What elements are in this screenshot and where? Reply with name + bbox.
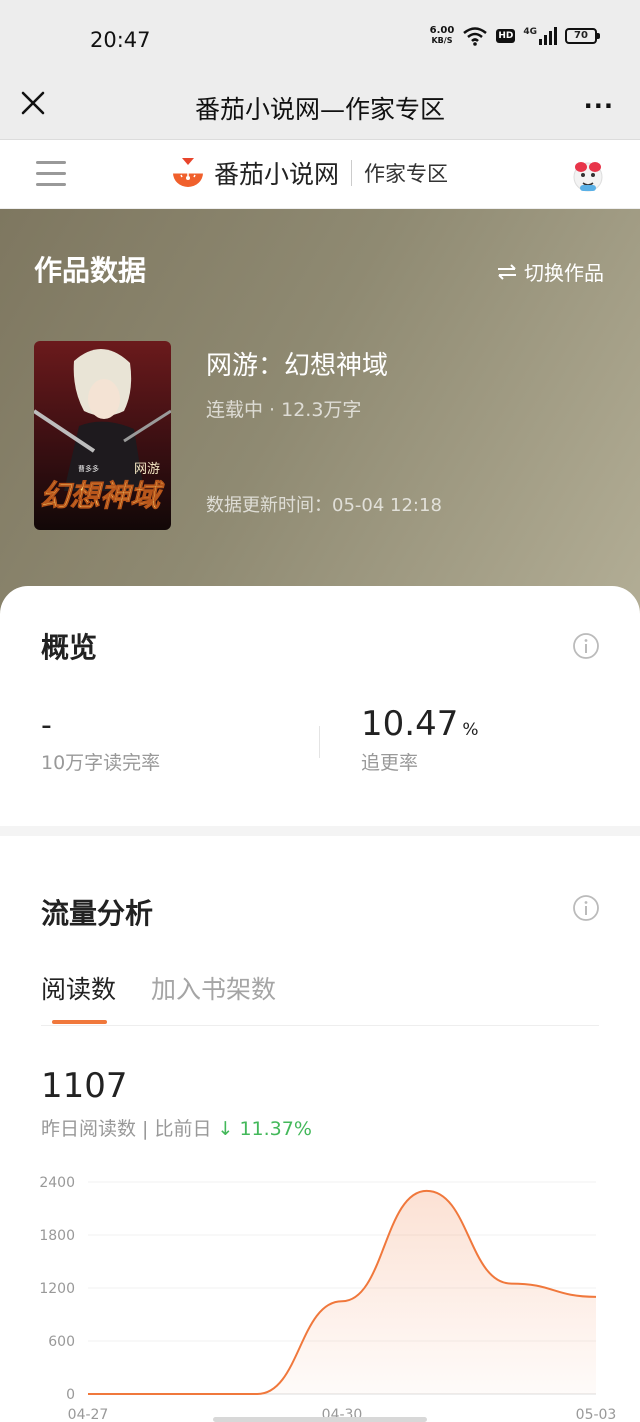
series-area [88, 1190, 596, 1394]
overview-card: 概览 - 10万字读完率 10.47% 追更率 [0, 586, 640, 826]
x-tick-label: 05-03 [576, 1407, 617, 1422]
status-time: 20:47 [90, 28, 151, 52]
follow-rate-label: 追更率 [361, 752, 419, 774]
completion-rate-label: 10万字读完率 [41, 752, 161, 774]
user-avatar[interactable] [568, 155, 608, 195]
traffic-tabs: 阅读数 加入书架数 [41, 970, 599, 1026]
section-gap [0, 826, 640, 836]
brand-section: 作家专区 [364, 162, 449, 186]
follow-rate-unit: % [462, 720, 479, 740]
site-navbar: 番茄小说网 作家专区 [0, 141, 640, 209]
reads-comparison: 昨日阅读数 | 比前日 ↓ 11.37% [41, 1114, 312, 1141]
book-cover[interactable]: 网游 曹多多 幻想神域 [34, 341, 171, 530]
follow-rate-number: 10.47 [361, 704, 459, 744]
book-status: 连载中 · 12.3万字 [206, 399, 362, 421]
more-options-button[interactable]: ··· [584, 92, 614, 120]
work-data-header: 作品数据 切换作品 网游 曹多多 幻想神域 网游：幻想神域 连载中 · 12.3… [0, 209, 640, 629]
active-tab-indicator [52, 1020, 107, 1024]
switch-work-button[interactable]: 切换作品 [496, 257, 604, 286]
comparison-change: ↓ 11.37% [217, 1118, 312, 1140]
y-tick-label: 600 [48, 1334, 75, 1350]
status-bar: 20:47 6.00 KB/S HD 4G 70 [0, 0, 640, 70]
x-tick-label: 04-27 [68, 1407, 109, 1422]
signal-icon: 4G [523, 27, 557, 45]
menu-icon[interactable] [36, 161, 66, 189]
completion-rate-value: - [41, 708, 52, 743]
site-brand[interactable]: 番茄小说网 作家专区 [170, 155, 448, 191]
net-speed-unit: KB/S [431, 36, 453, 45]
net-speed: 6.00 KB/S [430, 26, 455, 46]
yesterday-reads-value: 1107 [41, 1066, 128, 1106]
traffic-title: 流量分析 [41, 897, 154, 930]
y-tick-label: 1200 [39, 1281, 75, 1297]
signal-label: 4G [523, 27, 537, 37]
wifi-icon [463, 27, 488, 46]
y-tick-label: 0 [66, 1387, 75, 1403]
cover-author: 曹多多 [78, 464, 99, 473]
overview-title: 概览 [41, 631, 98, 664]
y-tick-label: 2400 [39, 1175, 75, 1191]
tab-bookshelf-adds[interactable]: 加入书架数 [151, 970, 276, 1006]
net-speed-value: 6.00 [429, 25, 455, 36]
comparison-label: 昨日阅读数 | 比前日 [41, 1118, 212, 1140]
follow-rate-value: 10.47% [361, 704, 479, 744]
y-tick-label: 1800 [39, 1228, 75, 1244]
overview-divider [319, 726, 320, 758]
chart-scrollbar[interactable] [213, 1417, 427, 1422]
book-cover-art: 网游 曹多多 幻想神域 [34, 341, 171, 530]
info-icon[interactable] [572, 894, 600, 922]
cover-small-text: 网游 [134, 462, 160, 477]
traffic-card: 流量分析 阅读数 加入书架数 1107 昨日阅读数 | 比前日 ↓ 11.37% … [0, 836, 640, 1422]
tomato-logo-icon [172, 157, 204, 189]
brand-name: 番茄小说网 [214, 160, 340, 189]
webview-title: 番茄小说网—作家专区 [194, 95, 445, 124]
reads-chart[interactable]: 060012001800240004-27 04-30 05-03 [0, 1162, 640, 1422]
brand-divider [351, 160, 353, 186]
battery-icon: 70 [565, 28, 600, 44]
cover-big-text: 幻想神域 [40, 479, 165, 514]
switch-work-label: 切换作品 [524, 261, 604, 285]
swap-icon [498, 263, 516, 280]
section-title: 作品数据 [34, 254, 147, 287]
data-update-time: 数据更新时间：05-04 12:18 [206, 495, 442, 516]
status-icons: 6.00 KB/S HD 4G 70 [430, 26, 600, 46]
tab-reads[interactable]: 阅读数 [41, 970, 116, 1006]
battery-level: 70 [565, 28, 597, 44]
webview-header: 番茄小说网—作家专区 ··· [0, 70, 640, 140]
book-title[interactable]: 网游：幻想神域 [206, 345, 388, 382]
info-icon[interactable] [572, 632, 600, 660]
hd-badge: HD [496, 29, 516, 43]
